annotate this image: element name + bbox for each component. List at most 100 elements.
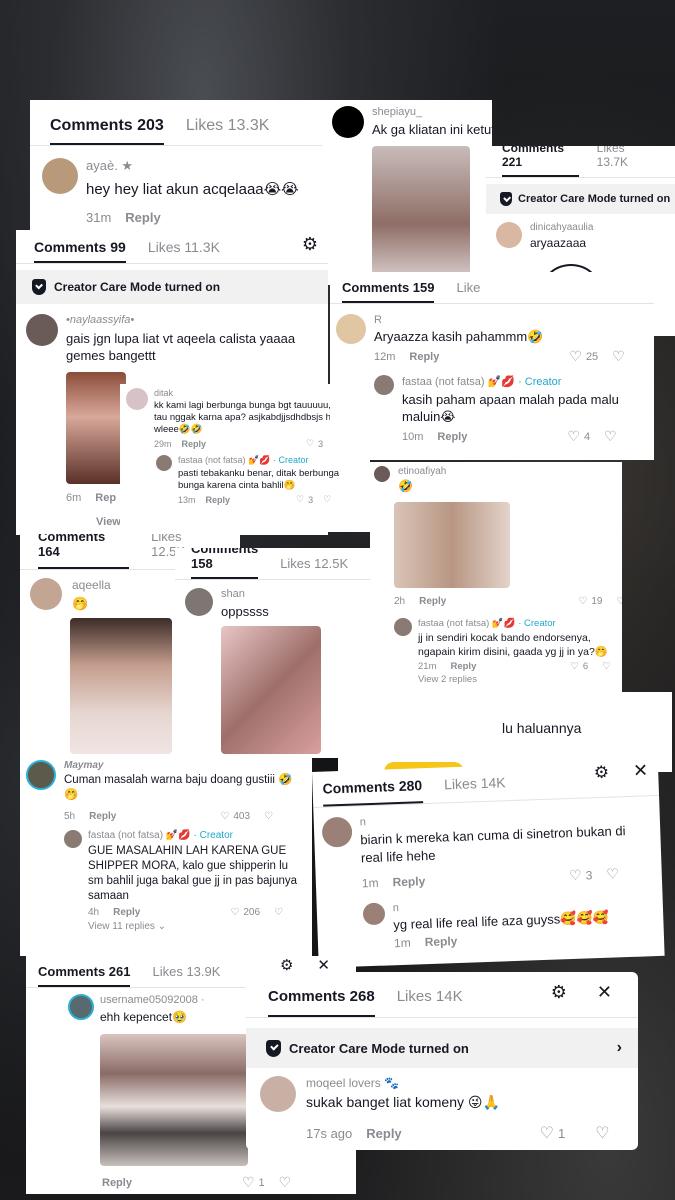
reply-button[interactable]: Reply bbox=[424, 934, 457, 949]
attached-photo[interactable] bbox=[372, 146, 470, 276]
filter-icon[interactable]: ⚙ bbox=[594, 762, 610, 783]
filter-icon[interactable]: ⚙ bbox=[551, 982, 567, 1003]
username[interactable]: R bbox=[374, 314, 646, 326]
reply-button[interactable]: Reply bbox=[182, 439, 207, 449]
tab-comments[interactable]: Comments 99 bbox=[34, 239, 126, 263]
tab-comments[interactable]: Comments 280 bbox=[322, 777, 423, 807]
tab-comments[interactable]: Comments 159 bbox=[342, 280, 435, 303]
dislike-icon[interactable]: ♡ bbox=[279, 1174, 292, 1191]
dislike-icon[interactable]: ♡ bbox=[264, 811, 273, 822]
tab-comments[interactable]: Comments 268 bbox=[268, 988, 375, 1017]
tab-likes[interactable]: Likes 14K bbox=[444, 774, 506, 802]
avatar[interactable] bbox=[26, 314, 58, 346]
username[interactable]: fastaa (not fatsa) 💅💋 bbox=[418, 618, 516, 629]
tab-comments[interactable]: Comments 158 bbox=[191, 548, 259, 579]
avatar[interactable] bbox=[394, 618, 412, 636]
avatar[interactable] bbox=[68, 994, 94, 1020]
close-icon[interactable]: ✕ bbox=[633, 760, 649, 782]
heart-icon[interactable]: ♡ bbox=[570, 661, 579, 672]
heart-icon[interactable]: ♡ bbox=[567, 428, 580, 445]
close-icon[interactable]: ✕ bbox=[597, 982, 612, 1003]
tab-likes[interactable]: Like bbox=[456, 280, 480, 303]
avatar[interactable] bbox=[374, 466, 390, 482]
reply-button[interactable]: Reply bbox=[409, 351, 439, 363]
tab-comments[interactable]: Comments 221 bbox=[502, 146, 579, 177]
reply-button[interactable]: Reply bbox=[125, 210, 160, 225]
reply-button[interactable]: Reply bbox=[450, 661, 476, 672]
view-replies[interactable]: View bbox=[96, 516, 121, 528]
reply-button[interactable]: Reply bbox=[366, 1126, 401, 1141]
tab-comments[interactable]: Comments 261 bbox=[38, 964, 131, 987]
filter-icon[interactable]: ⚙ bbox=[302, 234, 318, 255]
avatar[interactable] bbox=[126, 388, 148, 410]
avatar[interactable] bbox=[64, 830, 82, 848]
username[interactable]: etinoafiyah bbox=[398, 466, 446, 477]
reply-button[interactable]: Rep bbox=[95, 492, 116, 504]
attached-photo[interactable] bbox=[394, 502, 510, 588]
heart-icon[interactable]: ♡ bbox=[296, 494, 304, 505]
username[interactable]: shan bbox=[221, 588, 269, 600]
tab-comments[interactable]: Comments 164 bbox=[38, 534, 130, 569]
username[interactable]: fastaa (not fatsa) 💅💋 bbox=[88, 830, 191, 841]
tab-likes[interactable]: Likes 13.3K bbox=[186, 117, 270, 145]
username[interactable]: aqeella bbox=[72, 578, 111, 592]
heart-icon[interactable]: ♡ bbox=[569, 348, 582, 365]
avatar[interactable] bbox=[26, 760, 56, 790]
avatar[interactable] bbox=[374, 375, 394, 395]
dislike-icon[interactable]: ♡ bbox=[616, 596, 622, 607]
avatar[interactable] bbox=[362, 902, 386, 926]
dislike-icon[interactable]: ♡ bbox=[604, 428, 617, 445]
avatar[interactable] bbox=[156, 455, 172, 471]
heart-icon[interactable]: ♡ bbox=[540, 1123, 554, 1143]
avatar[interactable] bbox=[332, 106, 364, 138]
username[interactable]: ayaè. ★ bbox=[86, 158, 299, 174]
tab-likes[interactable]: Likes 13.7K bbox=[597, 146, 653, 177]
heart-icon[interactable]: ♡ bbox=[306, 438, 314, 449]
heart-icon[interactable]: ♡ bbox=[578, 596, 587, 607]
tab-likes[interactable]: Likes 14K bbox=[397, 988, 463, 1017]
tab-likes[interactable]: Likes 11.3K bbox=[148, 239, 220, 263]
tab-likes[interactable]: Likes 13.9K bbox=[152, 964, 220, 987]
tab-comments[interactable]: Comments 203 bbox=[50, 117, 164, 145]
chevron-right-icon[interactable]: › bbox=[617, 1039, 622, 1057]
tab-likes[interactable]: Likes 12.5K bbox=[280, 556, 348, 579]
username[interactable]: username05092008 · bbox=[100, 994, 205, 1006]
avatar[interactable] bbox=[496, 222, 522, 248]
reply-button[interactable]: Reply bbox=[113, 907, 140, 918]
avatar[interactable] bbox=[185, 588, 213, 616]
view-replies[interactable]: View 11 replies ⌄ bbox=[88, 921, 306, 932]
reply-button[interactable]: Reply bbox=[437, 431, 467, 443]
dislike-icon[interactable]: ♡ bbox=[606, 865, 619, 882]
dislike-icon[interactable]: ♡ bbox=[612, 348, 625, 365]
attached-photo[interactable] bbox=[100, 1034, 248, 1166]
username[interactable]: dinicahyaaulia bbox=[530, 222, 593, 233]
dislike-icon[interactable]: ♡ bbox=[595, 1123, 609, 1143]
dislike-icon[interactable]: ♡ bbox=[602, 661, 611, 672]
heart-icon[interactable]: ♡ bbox=[569, 867, 582, 884]
attached-photo[interactable] bbox=[221, 626, 321, 754]
avatar[interactable] bbox=[42, 158, 78, 194]
username[interactable]: Maymay bbox=[64, 760, 306, 771]
dislike-icon[interactable]: ♡ bbox=[323, 494, 331, 505]
heart-icon[interactable]: ♡ bbox=[220, 811, 229, 822]
avatar[interactable] bbox=[260, 1076, 296, 1112]
username[interactable]: shepiayu_ bbox=[372, 106, 492, 118]
reply-button[interactable]: Reply bbox=[102, 1177, 132, 1189]
username[interactable]: fastaa (not fatsa) 💅💋 bbox=[402, 376, 515, 388]
username[interactable]: moqeel lovers 🐾 bbox=[306, 1076, 624, 1090]
reply-button[interactable]: Reply bbox=[419, 596, 446, 607]
reply-button[interactable]: Reply bbox=[392, 874, 425, 889]
avatar[interactable] bbox=[321, 816, 353, 848]
heart-icon[interactable]: ♡ bbox=[230, 907, 239, 918]
reply-button[interactable]: Reply bbox=[206, 495, 231, 505]
username[interactable]: •naylaassyifa• bbox=[66, 314, 318, 326]
username[interactable]: fastaa (not fatsa) 💅💋 bbox=[178, 455, 270, 465]
avatar[interactable] bbox=[30, 578, 62, 610]
reply-button[interactable]: Reply bbox=[89, 811, 116, 822]
heart-icon[interactable]: ♡ bbox=[242, 1174, 255, 1191]
attached-photo[interactable] bbox=[66, 372, 126, 484]
view-replies[interactable]: View 2 replies bbox=[418, 674, 620, 685]
avatar[interactable] bbox=[336, 314, 366, 344]
dislike-icon[interactable]: ♡ bbox=[274, 907, 283, 918]
attached-photo[interactable] bbox=[70, 618, 172, 754]
